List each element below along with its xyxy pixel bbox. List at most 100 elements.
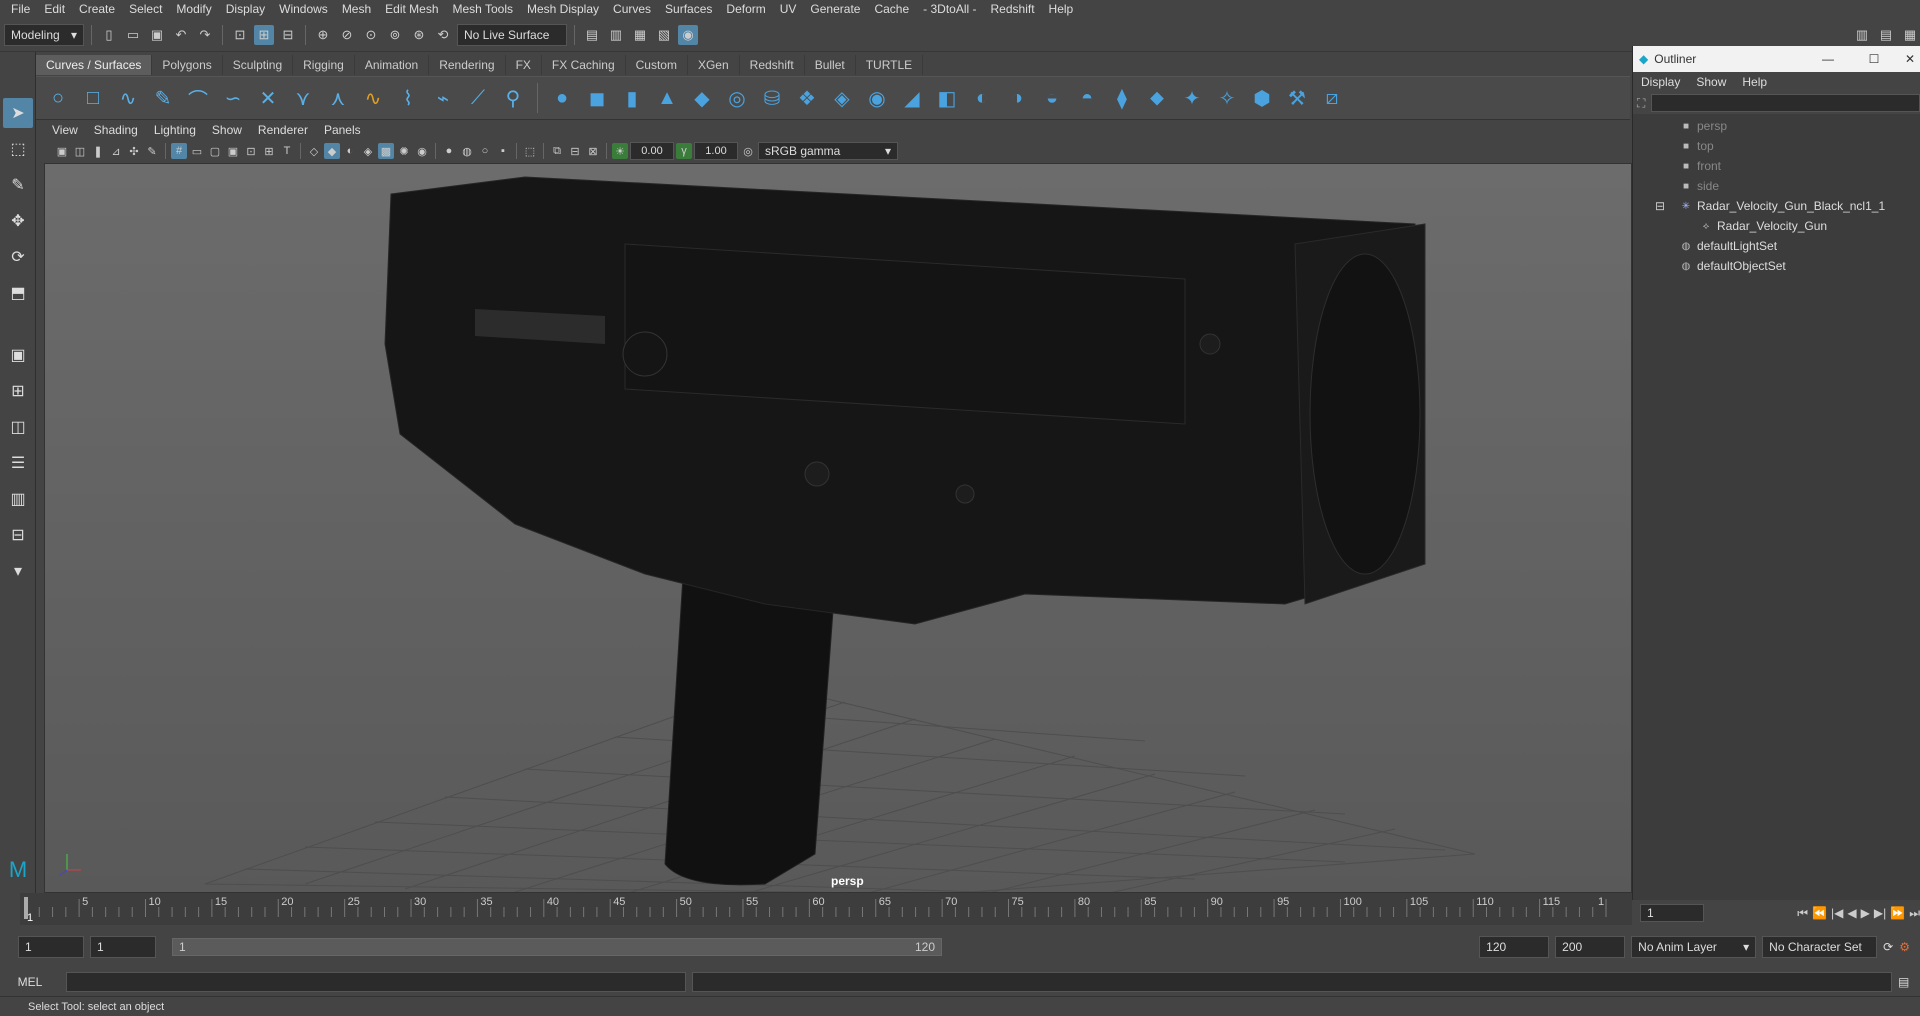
undo-icon[interactable]: ↶ [171,25,191,45]
step-forward-key-icon[interactable]: ⏩ [1890,906,1905,920]
safe-title-icon[interactable]: T [279,143,295,159]
image-plane-icon[interactable]: ⊿ [108,143,124,159]
snap-point-icon[interactable]: ⊙ [361,25,381,45]
surface-tool-icon-1[interactable]: ⛁ [758,84,786,112]
snap-history-icon[interactable]: ⟲ [433,25,453,45]
surface-tool-icon-10[interactable]: ◓ [1073,84,1101,112]
menu-mesh-display[interactable]: Mesh Display [520,2,606,16]
use-all-lights-icon[interactable]: ✺ [396,143,412,159]
menu-help[interactable]: Help [1042,2,1081,16]
range-slider[interactable]: 1 120 [172,938,942,956]
nurbs-circle-icon[interactable]: ○ [44,84,72,112]
go-to-start-icon[interactable]: ⏮ [1797,906,1808,921]
gamma-toggle-icon[interactable]: γ [676,143,692,159]
shadows-icon[interactable]: ◉ [414,143,430,159]
shelf-tab-redshift[interactable]: Redshift [740,55,805,75]
outliner-layout-icon[interactable]: ☰ [3,448,33,478]
shelf-tab-fx[interactable]: FX [506,55,542,75]
textured-icon[interactable]: ▩ [378,143,394,159]
bookmark-icon[interactable]: ❚ [90,143,106,159]
exposure-field[interactable]: 0.00 [630,142,674,160]
shelf-tab-turtle[interactable]: TURTLE [856,55,924,75]
scale-tool-icon[interactable]: ⬒ [3,278,33,308]
ipr-render-icon[interactable]: ▦ [630,25,650,45]
live-surface-field[interactable]: No Live Surface [457,23,567,46]
menu-edit-mesh[interactable]: Edit Mesh [378,2,445,16]
auto-key-icon[interactable]: ⟳ [1883,940,1893,954]
outliner-menu-display[interactable]: Display [1633,75,1688,89]
grease-pencil-icon[interactable]: ✎ [144,143,160,159]
panel-menu-show[interactable]: Show [204,123,250,137]
nurbs-sphere-icon[interactable]: ● [548,84,576,112]
snap-view-icon[interactable]: ⊚ [385,25,405,45]
render-view-icon[interactable]: ▤ [582,25,602,45]
shelf-tab-rendering[interactable]: Rendering [429,55,506,75]
shelf-tab-xgen[interactable]: XGen [688,55,740,75]
layout-icon-2[interactable]: ▤ [1876,25,1896,45]
menu-display[interactable]: Display [219,2,272,16]
rotate-tool-icon[interactable]: ⟳ [3,242,33,272]
smooth-shade-icon[interactable]: ◆ [324,143,340,159]
step-back-frame-icon[interactable]: |◀ [1831,906,1843,920]
film-gate-icon[interactable]: ▭ [189,143,205,159]
surface-tool-icon-4[interactable]: ◉ [863,84,891,112]
surface-tool-icon-15[interactable]: ⬢ [1248,84,1276,112]
menu-generate[interactable]: Generate [803,2,867,16]
pencil-curve-icon[interactable]: ✎ [149,84,177,112]
curve-tool-icon-6[interactable]: ⌁ [429,84,457,112]
menu-deform[interactable]: Deform [719,2,772,16]
move-tool-icon[interactable]: ✥ [3,206,33,236]
panel-menu-shading[interactable]: Shading [86,123,146,137]
menu-select[interactable]: Select [122,2,169,16]
select-by-component-icon[interactable]: ⊟ [278,25,298,45]
filter-icon[interactable]: ⛶ [1637,96,1645,111]
shelf-tab-fx-caching[interactable]: FX Caching [542,55,626,75]
maximize-icon[interactable]: ☐ [1854,52,1894,66]
ep-curve-icon[interactable]: ∿ [114,84,142,112]
playback-start-field[interactable]: 1 [90,936,156,958]
nurbs-cone-icon[interactable]: ▲ [653,84,681,112]
layout-expand-icon[interactable]: ▾ [3,556,33,586]
outliner-item[interactable]: ■ persp [1633,116,1920,136]
surface-tool-icon-3[interactable]: ◈ [828,84,856,112]
camera-select-icon[interactable]: ▣ [54,143,70,159]
expand-toggle-icon[interactable]: ⊟ [1655,199,1665,213]
surface-tool-icon-17[interactable]: ⧄ [1318,84,1346,112]
character-set-dropdown[interactable]: No Character Set [1762,936,1878,958]
snap-grid-icon[interactable]: ⊕ [313,25,333,45]
outliner-item[interactable]: ⟡ Radar_Velocity_Gun [1633,216,1920,236]
layout-icon-3[interactable]: ▦ [1900,25,1920,45]
menu-uv[interactable]: UV [773,2,804,16]
surface-tool-icon-6[interactable]: ◧ [933,84,961,112]
outliner-menu-help[interactable]: Help [1734,75,1775,89]
shelf-tab-sculpting[interactable]: Sculpting [223,55,294,75]
outliner-menu-show[interactable]: Show [1688,75,1734,89]
go-to-end-icon[interactable]: ⏭ [1909,906,1920,921]
surface-tool-icon-2[interactable]: ❖ [793,84,821,112]
menu-mesh-tools[interactable]: Mesh Tools [446,2,520,16]
play-backwards-icon[interactable]: ◀ [1847,906,1856,920]
shelf-tab-polygons[interactable]: Polygons [152,55,223,75]
surface-tool-icon-14[interactable]: ✧ [1213,84,1241,112]
cv-curve-icon[interactable]: ⌒ [184,84,212,112]
menu-edit[interactable]: Edit [37,2,72,16]
four-view-layout-icon[interactable]: ⊞ [3,376,33,406]
motion-blur-icon[interactable]: ◍ [459,143,475,159]
render-settings-icon[interactable]: ▧ [654,25,674,45]
paint-select-icon[interactable]: ✎ [3,170,33,200]
surface-tool-icon-8[interactable]: ◑ [1003,84,1031,112]
panel-menu-panels[interactable]: Panels [316,123,369,137]
nurbs-cylinder-icon[interactable]: ▮ [618,84,646,112]
2d-pan-zoom-icon[interactable]: ✣ [126,143,142,159]
step-back-key-icon[interactable]: ⏪ [1812,906,1827,920]
color-management-icon[interactable]: ◎ [740,143,756,159]
grid-icon[interactable]: # [171,143,187,159]
gamma-field[interactable]: 1.00 [694,142,738,160]
graph-layout-icon[interactable]: ▥ [3,484,33,514]
curve-tool-icon-2[interactable]: ⋎ [289,84,317,112]
mode-selector[interactable]: Modeling ▾ [4,23,84,46]
redo-icon[interactable]: ↷ [195,25,215,45]
menu-windows[interactable]: Windows [272,2,335,16]
outliner-item[interactable]: ■ top [1633,136,1920,156]
wireframe-on-shaded-icon[interactable]: ◈ [360,143,376,159]
